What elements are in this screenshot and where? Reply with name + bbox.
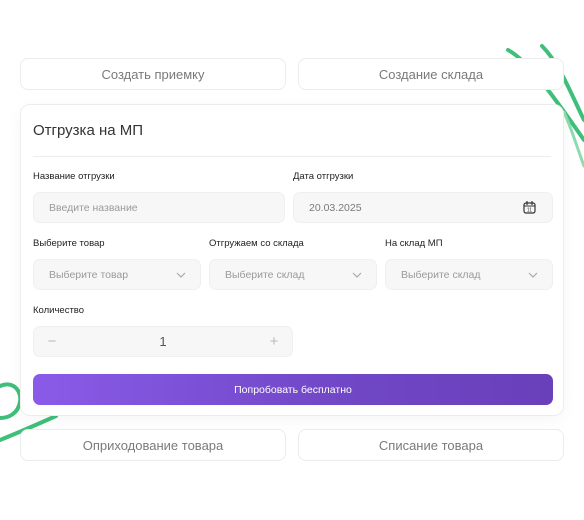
to-warehouse-placeholder: Выберите склад (401, 268, 481, 281)
create-warehouse-button[interactable]: Создание склада (298, 58, 564, 90)
chevron-down-icon (528, 272, 538, 278)
form-title: Отгрузка на МП (33, 122, 144, 139)
try-free-button[interactable]: Попробовать бесплатно (33, 374, 553, 405)
writeoff-button[interactable]: Списание товара (298, 429, 564, 461)
svg-text:11: 11 (527, 208, 532, 214)
posting-button[interactable]: Оприходование товара (20, 429, 286, 461)
chevron-down-icon (176, 272, 186, 278)
quantity-stepper[interactable]: 1 − + (33, 326, 293, 357)
shipment-name-input[interactable]: Введите название (33, 192, 285, 223)
quantity-value[interactable]: 1 (34, 327, 292, 356)
shipment-name-label: Название отгрузки (33, 171, 115, 182)
product-select[interactable]: Выберите товар (33, 259, 201, 290)
increment-button[interactable]: + (259, 327, 289, 356)
product-placeholder: Выберите товар (49, 268, 129, 281)
from-warehouse-placeholder: Выберите склад (225, 268, 305, 281)
quantity-label: Количество (33, 305, 85, 316)
shipment-date-input[interactable]: 20.03.2025 11 (293, 192, 553, 223)
create-receipt-button[interactable]: Создать приемку (20, 58, 286, 90)
chevron-down-icon (352, 272, 362, 278)
from-warehouse-label: Отгружаем со склада (209, 238, 304, 249)
to-warehouse-select[interactable]: Выберите склад (385, 259, 553, 290)
decrement-button[interactable]: − (37, 327, 67, 356)
product-label: Выберите товар (33, 238, 105, 249)
shipment-form-card: Отгрузка на МП Название отгрузки Введите… (20, 104, 564, 416)
calendar-icon[interactable]: 11 (523, 201, 536, 214)
from-warehouse-select[interactable]: Выберите склад (209, 259, 377, 290)
title-divider (33, 156, 551, 157)
to-warehouse-label: На склад МП (385, 238, 443, 249)
shipment-date-label: Дата отгрузки (293, 171, 354, 182)
shipment-date-value: 20.03.2025 (309, 201, 362, 214)
shipment-name-placeholder: Введите название (49, 201, 138, 214)
